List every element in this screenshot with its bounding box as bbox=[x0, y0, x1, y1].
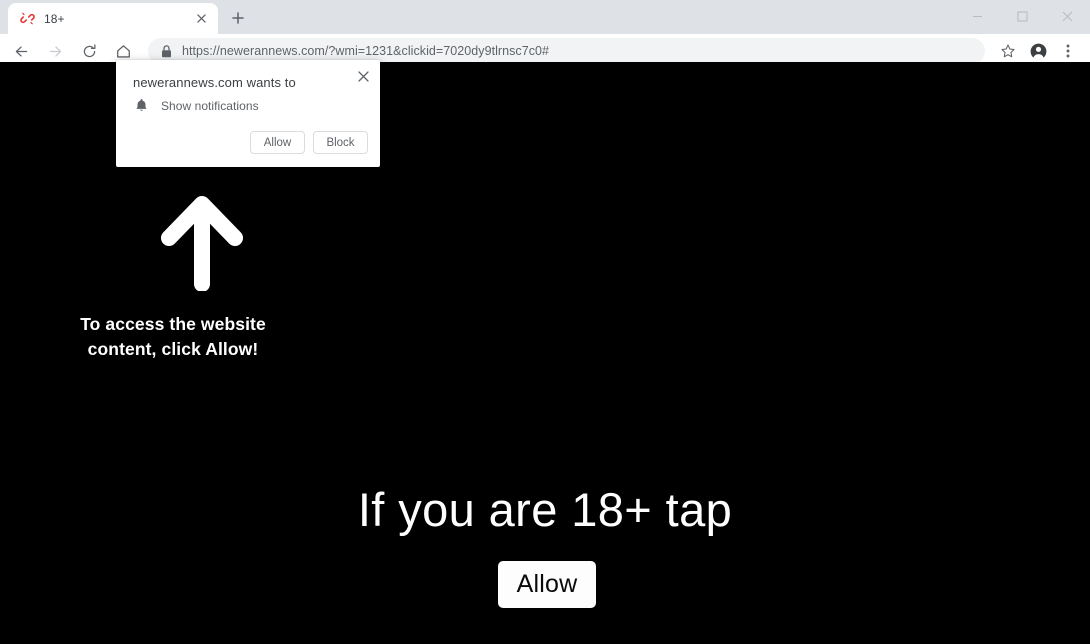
window-maximize-button[interactable] bbox=[1000, 0, 1045, 32]
permission-allow-button[interactable]: Allow bbox=[250, 131, 305, 154]
tab-title: 18+ bbox=[44, 11, 65, 26]
window-minimize-button[interactable] bbox=[955, 0, 1000, 32]
bell-icon bbox=[133, 98, 150, 113]
bookmark-button[interactable] bbox=[994, 37, 1022, 65]
arrow-up-icon bbox=[160, 192, 244, 292]
account-avatar-icon bbox=[1030, 43, 1046, 59]
browser-tab[interactable]: 18+ bbox=[8, 3, 218, 34]
permission-title: newerannews.com wants to bbox=[133, 75, 296, 90]
back-button[interactable] bbox=[7, 37, 35, 65]
close-icon bbox=[357, 70, 369, 82]
plus-icon bbox=[232, 12, 244, 24]
address-bar-url: https://newerannews.com/?wmi=1231&clicki… bbox=[182, 44, 550, 58]
star-icon bbox=[1001, 44, 1015, 58]
close-icon bbox=[1062, 11, 1073, 21]
access-instruction-line1: To access the website bbox=[80, 314, 266, 334]
reload-icon bbox=[83, 43, 95, 57]
profile-button[interactable] bbox=[1024, 37, 1052, 65]
permission-option-label: Show notifications bbox=[161, 98, 259, 113]
maximize-icon bbox=[1017, 10, 1028, 22]
home-icon bbox=[116, 44, 130, 58]
browser-window: 18+ https://newerannews.com/?wmi=1231&cl… bbox=[0, 0, 1090, 644]
toolbar-actions bbox=[992, 37, 1082, 65]
access-instruction: To access the website content, click All… bbox=[23, 312, 323, 362]
permission-option-row: Show notifications bbox=[133, 98, 259, 113]
window-close-button[interactable] bbox=[1045, 0, 1090, 32]
tab-close-icon[interactable] bbox=[193, 10, 210, 27]
permission-close-button[interactable] bbox=[353, 66, 373, 86]
notification-permission-prompt: newerannews.com wants to Show notificati… bbox=[116, 60, 380, 167]
tab-strip: 18+ bbox=[0, 0, 1090, 34]
permission-actions: Allow Block bbox=[250, 131, 368, 154]
permission-block-button[interactable]: Block bbox=[313, 131, 368, 154]
forward-button bbox=[41, 37, 69, 65]
minimize-icon bbox=[973, 15, 982, 17]
new-tab-button[interactable] bbox=[224, 4, 252, 32]
lock-icon bbox=[161, 44, 172, 58]
window-controls bbox=[955, 0, 1090, 32]
three-dot-menu-icon bbox=[1066, 44, 1070, 58]
arrow-left-icon bbox=[15, 45, 27, 57]
page-headline: If you are 18+ tap bbox=[357, 483, 733, 536]
broken-link-icon bbox=[19, 11, 35, 27]
reload-button[interactable] bbox=[75, 37, 103, 65]
page-allow-button[interactable]: Allow bbox=[498, 561, 596, 608]
browser-menu-button[interactable] bbox=[1054, 37, 1082, 65]
access-instruction-line2: content, click Allow! bbox=[87, 339, 259, 359]
arrow-right-icon bbox=[49, 45, 61, 57]
